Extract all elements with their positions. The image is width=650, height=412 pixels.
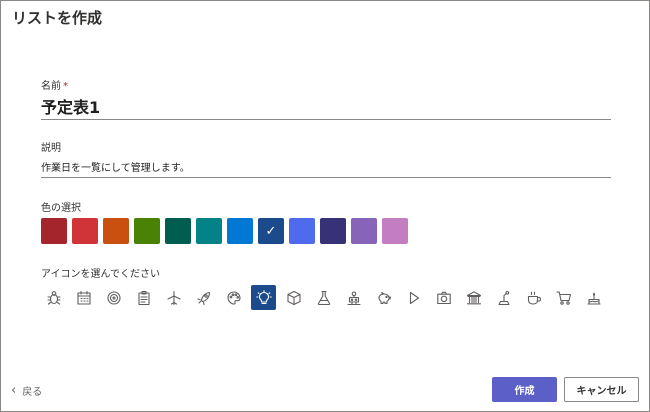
palette-icon [226,290,241,305]
color-swatch[interactable] [289,218,315,244]
color-swatch[interactable] [351,218,377,244]
color-swatch[interactable] [103,218,129,244]
name-input[interactable] [41,93,611,120]
coffee-icon [527,291,541,305]
description-label: 説明 [41,143,61,154]
icon-picker [41,285,606,310]
play-icon [409,291,419,304]
color-section-label: 色の選択 [41,203,81,214]
icon-option[interactable] [491,285,516,310]
camera-icon [436,291,451,304]
back-label: 戻る [22,387,43,398]
icon-option[interactable] [221,285,246,310]
chevron-left-icon: ‹ [11,383,17,398]
color-picker: ✓ [41,218,408,244]
color-swatch[interactable] [382,218,408,244]
icon-option[interactable] [161,285,186,310]
icon-option[interactable] [461,285,486,310]
cube-icon [286,290,301,305]
color-swatch[interactable] [320,218,346,244]
icon-option[interactable] [281,285,306,310]
icon-option[interactable] [41,285,66,310]
name-label: 名前 * [41,81,68,92]
color-swatch[interactable]: ✓ [258,218,284,244]
color-swatch[interactable] [227,218,253,244]
color-swatch[interactable] [41,218,67,244]
icon-option[interactable] [251,285,276,310]
target-icon [106,290,121,305]
icon-option[interactable] [401,285,426,310]
lever-icon [497,290,510,305]
icon-option[interactable] [521,285,546,310]
piggybank-icon [377,291,391,304]
icon-option[interactable] [191,285,216,310]
icon-option[interactable] [581,285,606,310]
cake-icon [586,292,601,305]
color-swatch[interactable] [165,218,191,244]
bug-icon [46,290,61,305]
create-button[interactable]: 作成 [492,377,557,402]
icon-option[interactable] [101,285,126,310]
color-swatch[interactable] [134,218,160,244]
robot-icon [346,290,361,305]
icon-option[interactable] [311,285,336,310]
cart-icon [555,290,571,305]
icon-option[interactable] [371,285,396,310]
back-button[interactable]: ‹ 戻る [11,383,42,398]
checkmark-icon: ✓ [265,223,277,239]
icon-section-label: アイコンを選んでください [41,269,160,280]
rocket-icon [196,291,210,305]
icon-option[interactable] [341,285,366,310]
icon-option[interactable] [551,285,576,310]
clipboard-icon [137,290,150,305]
dialog-title: リストを作成 [12,9,103,27]
calendar-icon [76,290,91,305]
required-mark: * [63,81,68,92]
bank-icon [466,290,481,304]
icon-option[interactable] [431,285,456,310]
color-swatch[interactable] [196,218,222,244]
lightbulb-icon [255,289,272,304]
flask-icon [317,290,330,305]
create-list-dialog: リストを作成 名前* 説明 色の選択 ✓ アイコンを選んでください ‹ 戻る 作… [0,0,650,412]
description-input[interactable] [41,155,611,178]
color-swatch[interactable] [72,218,98,244]
cancel-button[interactable]: キャンセル [564,377,639,402]
icon-option[interactable] [131,285,156,310]
icon-option[interactable] [71,285,96,310]
airplane-icon [166,290,181,305]
